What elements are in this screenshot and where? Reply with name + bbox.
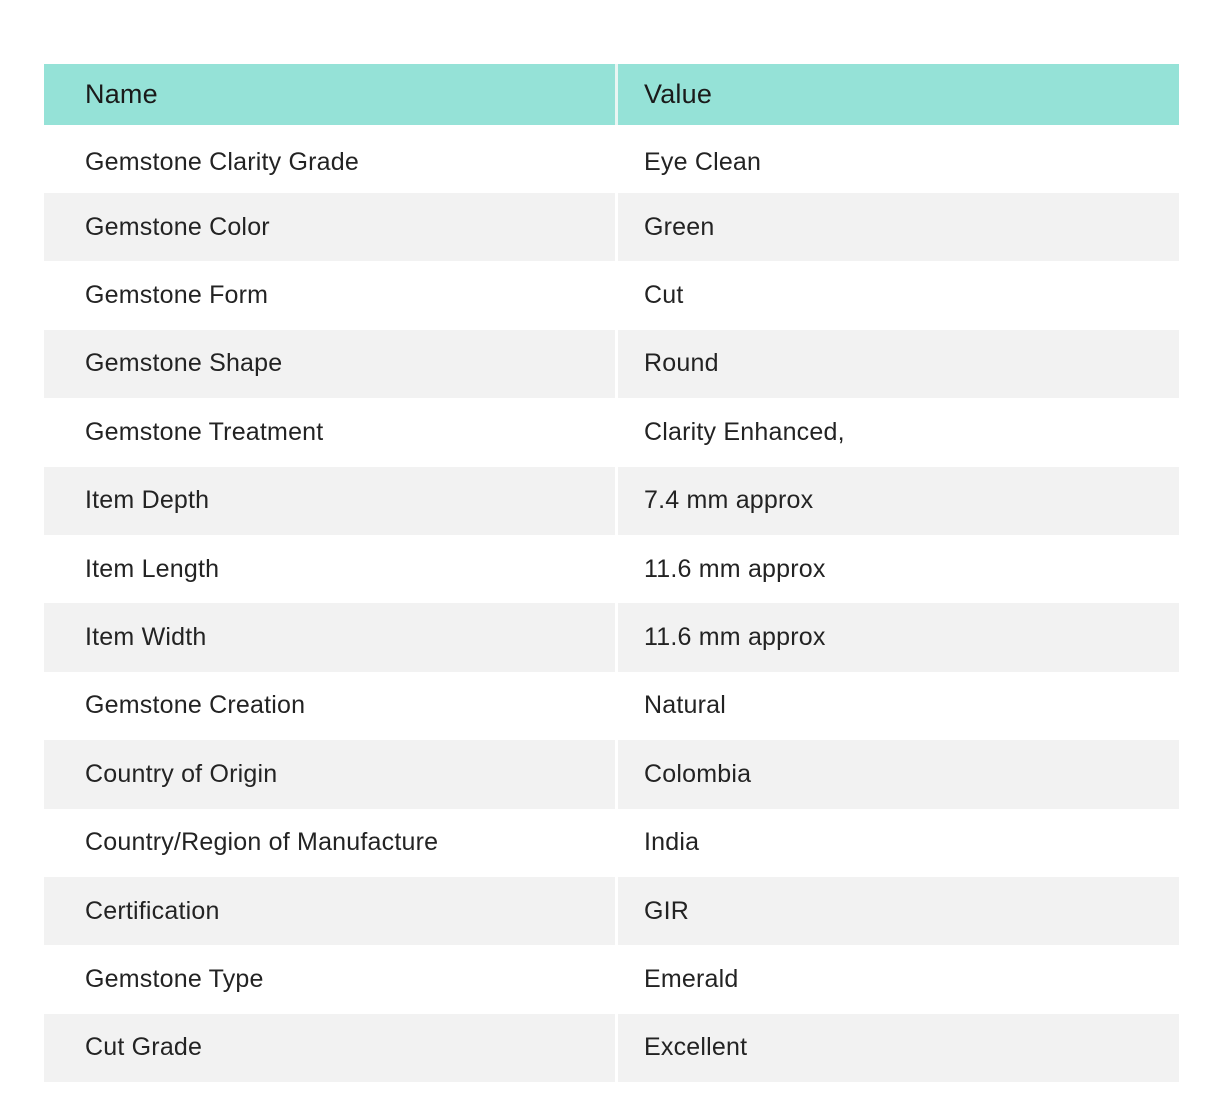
row-value-cell: Colombia bbox=[618, 740, 1179, 809]
row-value-cell: GIR bbox=[618, 876, 1179, 946]
row-name-cell: Item Width bbox=[44, 603, 618, 672]
row-value-cell: Cut bbox=[618, 261, 1179, 330]
row-name-cell: Item Length bbox=[44, 534, 618, 604]
row-name-cell: Gemstone Form bbox=[44, 261, 618, 330]
row-value-cell: 11.6 mm approx bbox=[618, 534, 1179, 604]
header-name: Name bbox=[44, 64, 618, 125]
table-row: Certification GIR bbox=[44, 876, 1179, 946]
table-row: Gemstone Form Cut bbox=[44, 261, 1179, 330]
table-row: Item Length 11.6 mm approx bbox=[44, 534, 1179, 604]
row-value-cell: Natural bbox=[618, 671, 1179, 741]
row-name-cell: Country/Region of Manufacture bbox=[44, 808, 618, 877]
row-value-cell: Eye Clean bbox=[618, 132, 1179, 193]
row-name-cell: Cut Grade bbox=[44, 1013, 618, 1083]
row-name-cell: Item Depth bbox=[44, 466, 618, 535]
row-value-cell: Clarity Enhanced, bbox=[618, 398, 1179, 467]
row-value-cell: 7.4 mm approx bbox=[618, 466, 1179, 535]
row-value-cell: Green bbox=[618, 193, 1179, 262]
row-name-cell: Gemstone Color bbox=[44, 193, 618, 262]
row-name-cell: Gemstone Treatment bbox=[44, 398, 618, 467]
row-name-cell: Country of Origin bbox=[44, 740, 618, 809]
table-row: Country of Origin Colombia bbox=[44, 740, 1179, 809]
row-value-cell: Emerald bbox=[618, 945, 1179, 1014]
table-row: Item Width 11.6 mm approx bbox=[44, 603, 1179, 672]
row-value-cell: Excellent bbox=[618, 1013, 1179, 1083]
row-value-cell: Round bbox=[618, 329, 1179, 399]
table-row: Cut Grade Excellent bbox=[44, 1013, 1179, 1083]
row-value-cell: 11.6 mm approx bbox=[618, 603, 1179, 672]
row-value-cell: India bbox=[618, 808, 1179, 877]
row-name-cell: Certification bbox=[44, 876, 618, 946]
header-value: Value bbox=[644, 79, 713, 109]
table-row: Gemstone Type Emerald bbox=[44, 945, 1179, 1014]
table-row: Gemstone Shape Round bbox=[44, 329, 1179, 399]
table-row: Gemstone Creation Natural bbox=[44, 671, 1179, 741]
table-header-row: Name Value bbox=[44, 64, 1179, 125]
row-name-cell: Gemstone Creation bbox=[44, 671, 618, 741]
specifications-table: Name Value Gemstone Clarity Grade Eye Cle… bbox=[44, 64, 1179, 1083]
table-row: Gemstone Clarity Grade Eye Clean bbox=[44, 125, 1179, 193]
table-row: Country/Region of Manufacture India bbox=[44, 808, 1179, 877]
row-name-cell: Gemstone Clarity Grade bbox=[44, 132, 618, 193]
row-name-cell: Gemstone Shape bbox=[44, 329, 618, 399]
row-name-cell: Gemstone Type bbox=[44, 945, 618, 1014]
table-row: Gemstone Treatment Clarity Enhanced, bbox=[44, 398, 1179, 467]
table-row: Item Depth 7.4 mm approx bbox=[44, 466, 1179, 535]
table-row: Gemstone Color Green bbox=[44, 193, 1179, 262]
table-body: Gemstone Clarity Grade Eye Clean Gemstone … bbox=[44, 125, 1179, 1083]
